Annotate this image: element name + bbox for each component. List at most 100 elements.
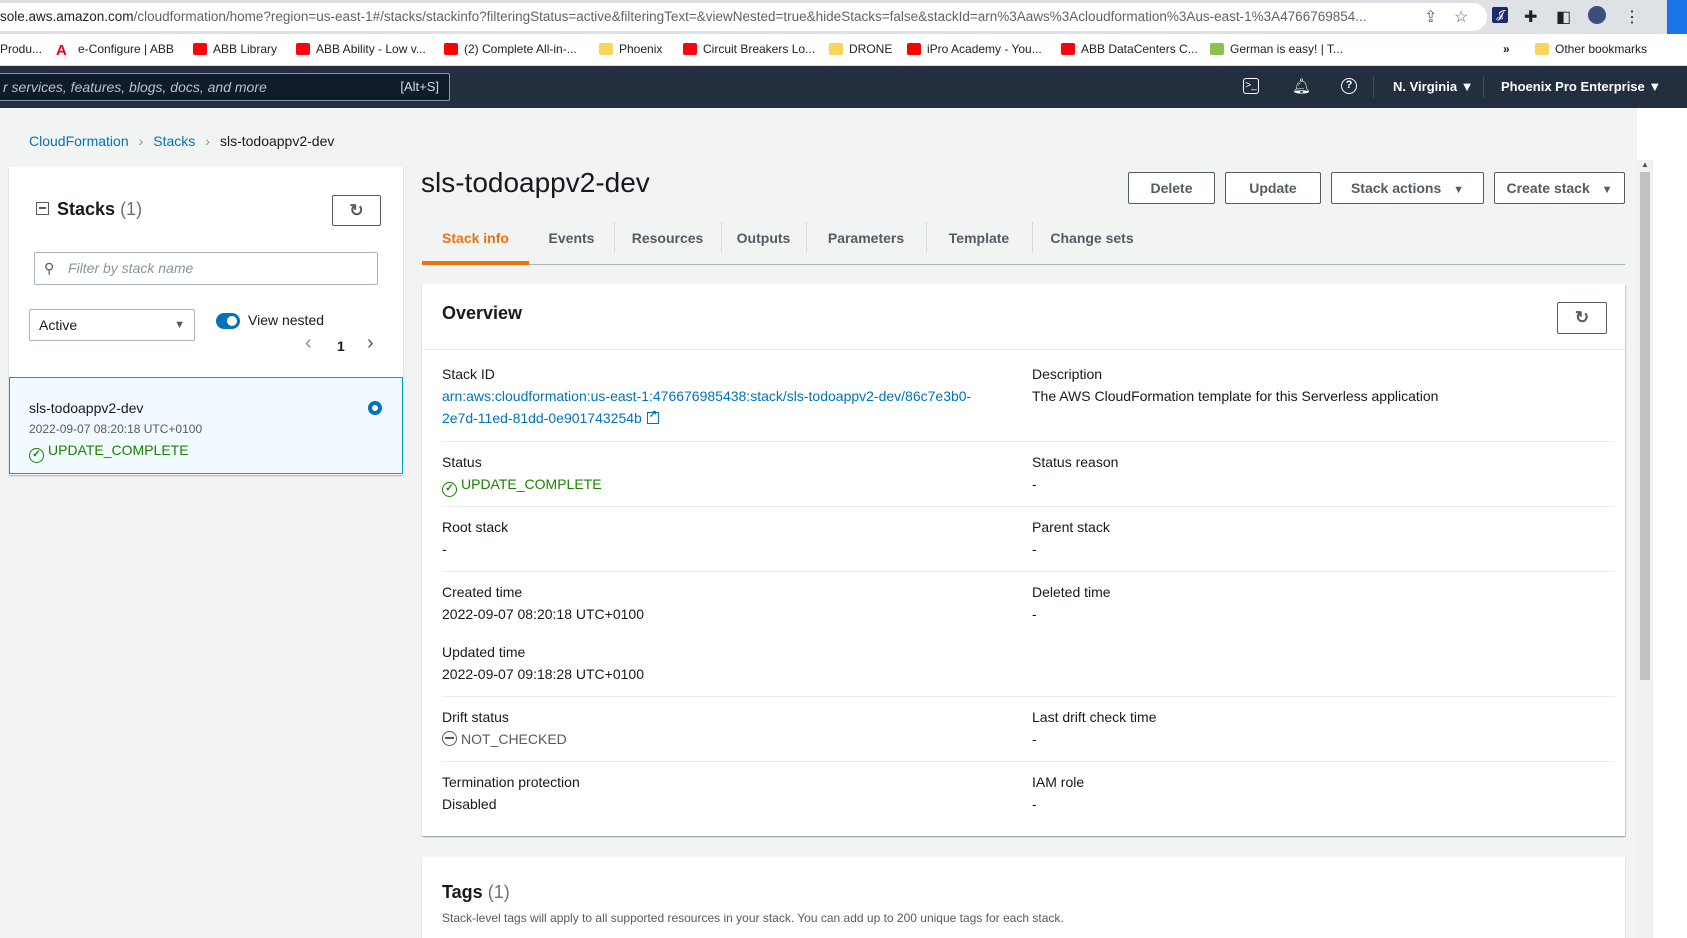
created-time-value: 2022-09-07 08:20:18 UTC+0100 (442, 606, 644, 622)
update-button[interactable]: Update (1225, 172, 1321, 204)
deleted-time-value: - (1032, 606, 1037, 622)
stack-item-name: sls-todoappv2-dev (29, 400, 144, 416)
puzzle-icon[interactable]: ✚ (1524, 7, 1537, 27)
scroll-thumb[interactable] (1640, 172, 1650, 680)
folder-icon (1535, 43, 1549, 55)
refresh-overview-button[interactable]: ↻ (1557, 302, 1607, 334)
termination-protection-label: Termination protection (442, 774, 580, 790)
tab-outputs[interactable]: Outputs (721, 222, 806, 265)
stack-actions-button[interactable]: Stack actions ▼ (1331, 172, 1484, 204)
tab-template[interactable]: Template (926, 222, 1032, 265)
status-filter-select[interactable]: Active ▼ (29, 309, 195, 341)
scroll-up-arrow[interactable]: ▲ (1641, 160, 1649, 169)
card-divider (422, 349, 1625, 350)
stack-item-time: 2022-09-07 08:20:18 UTC+0100 (29, 422, 203, 436)
tab-parameters[interactable]: Parameters (806, 222, 926, 265)
help-icon[interactable]: ? (1341, 78, 1357, 94)
row-divider (442, 761, 1615, 762)
profile-avatar[interactable] (1588, 6, 1606, 24)
nav-divider (1373, 76, 1374, 98)
stack-item-status: ✓ UPDATE_COMPLETE (29, 442, 189, 463)
external-link-icon (646, 409, 659, 424)
bookmark-item[interactable]: ABB DataCenters C... (1061, 42, 1198, 56)
sidepanel-icon[interactable]: ◧ (1556, 7, 1571, 27)
tab-stack-info[interactable]: Stack info (422, 222, 529, 265)
delete-button[interactable]: Delete (1128, 172, 1215, 204)
description-value: The AWS CloudFormation template for this… (1032, 388, 1439, 404)
bookmark-item[interactable]: DRONE (829, 42, 892, 56)
parent-stack-value: - (1032, 541, 1037, 557)
last-drift-value: - (1032, 731, 1037, 747)
right-gutter (1653, 108, 1687, 938)
status-label: Status (442, 454, 482, 470)
url-host: sole.aws.amazon.com (0, 9, 134, 24)
search-shortcut: [Alt+S] (400, 79, 439, 94)
folder-icon (829, 43, 843, 55)
stack-list-item[interactable]: sls-todoappv2-dev 2022-09-07 08:20:18 UT… (9, 377, 403, 474)
bookmark-item[interactable]: German is easy! | T... (1210, 42, 1343, 56)
page-scrollbar[interactable]: ▲ (1637, 160, 1653, 938)
tags-heading: Tags (1) (442, 882, 510, 902)
row-divider (442, 441, 1615, 442)
account-menu[interactable]: Phoenix Pro Enterprise ▼ (1501, 79, 1661, 94)
bookmark-item[interactable]: Phoenix (599, 42, 662, 56)
tab-resources[interactable]: Resources (614, 222, 721, 265)
caret-down-icon: ▼ (1453, 184, 1465, 196)
menu-icon[interactable]: ⋮ (1624, 7, 1640, 27)
iam-role-value: - (1032, 796, 1037, 812)
next-page-icon[interactable]: › (367, 332, 374, 355)
overview-card: Overview ↻ Stack ID arn:aws:cloudformati… (422, 284, 1625, 836)
stack-select-radio[interactable] (368, 401, 382, 415)
tab-change-sets[interactable]: Change sets (1032, 222, 1152, 265)
address-bar[interactable]: sole.aws.amazon.com/cloudformation/home?… (0, 3, 1487, 31)
refresh-icon: ↻ (1574, 308, 1590, 327)
tags-card: Tags (1) Stack-level tags will apply to … (422, 857, 1625, 938)
tab-events[interactable]: Events (529, 222, 614, 265)
folder-icon (599, 43, 613, 55)
updated-time-value: 2022-09-07 09:18:28 UTC+0100 (442, 666, 644, 682)
bookmark-item[interactable]: iPro Academy - You... (907, 42, 1042, 56)
stack-id-link-line1[interactable]: arn:aws:cloudformation:us-east-1:4766769… (442, 388, 971, 404)
bookmark-item[interactable]: (2) Complete All-in-... (444, 42, 577, 56)
share-icon[interactable]: ⇪ (1424, 7, 1437, 27)
bookmark-item[interactable]: Ae-Configure | ABB (56, 42, 174, 59)
nav-divider (1483, 76, 1484, 98)
bookmark-item[interactable]: Circuit Breakers Lo... (683, 42, 815, 56)
overview-title: Overview (442, 303, 523, 323)
breadcrumb-stacks[interactable]: Stacks (153, 133, 195, 149)
deleted-time-label: Deleted time (1032, 584, 1111, 600)
filter-stacks-input[interactable]: ⚲ Filter by stack name (34, 252, 378, 285)
abb-icon (1061, 43, 1075, 55)
drift-status-value: NOT_CHECKED (442, 731, 567, 747)
prev-page-icon[interactable]: ‹ (305, 332, 312, 355)
bookmark-item[interactable]: ABB Ability - Low v... (296, 42, 426, 56)
collapse-icon[interactable] (36, 202, 49, 215)
stack-id-link[interactable]: 2e7d-11ed-81dd-0e901743254b (442, 409, 659, 426)
bookmark-item[interactable]: Produ... (0, 42, 42, 56)
adobe-icon: A (56, 42, 67, 59)
status-reason-value: - (1032, 476, 1037, 492)
search-input[interactable]: r services, features, blogs, docs, and m… (0, 73, 450, 101)
search-icon: ⚲ (44, 260, 55, 276)
extension-icon[interactable]: 𝓙 (1492, 7, 1508, 23)
create-stack-button[interactable]: Create stack ▼ (1494, 172, 1625, 204)
last-drift-label: Last drift check time (1032, 709, 1157, 725)
caret-down-icon: ▼ (174, 319, 185, 331)
cloudshell-icon[interactable]: >_ (1243, 78, 1259, 94)
other-bookmarks[interactable]: Other bookmarks (1535, 42, 1647, 56)
more-bookmarks-button[interactable]: » (1503, 42, 1510, 56)
breadcrumb-cloudformation[interactable]: CloudFormation (29, 133, 129, 149)
youtube-icon (444, 43, 458, 55)
root-stack-label: Root stack (442, 519, 509, 535)
star-icon[interactable]: ☆ (1454, 7, 1468, 27)
page-number[interactable]: 1 (337, 338, 345, 354)
refresh-stacks-button[interactable]: ↻ (332, 195, 381, 226)
bookmark-item[interactable]: ABB Library (193, 42, 277, 56)
aws-top-nav: r services, features, blogs, docs, and m… (0, 66, 1687, 108)
region-selector[interactable]: N. Virginia ▼ (1393, 79, 1474, 94)
bell-icon[interactable]: 🔔︎ (1292, 78, 1311, 96)
tags-description: Stack-level tags will apply to all suppo… (442, 911, 1064, 925)
status-reason-label: Status reason (1032, 454, 1119, 470)
view-nested-toggle[interactable] (216, 313, 240, 329)
row-divider (442, 571, 1615, 572)
